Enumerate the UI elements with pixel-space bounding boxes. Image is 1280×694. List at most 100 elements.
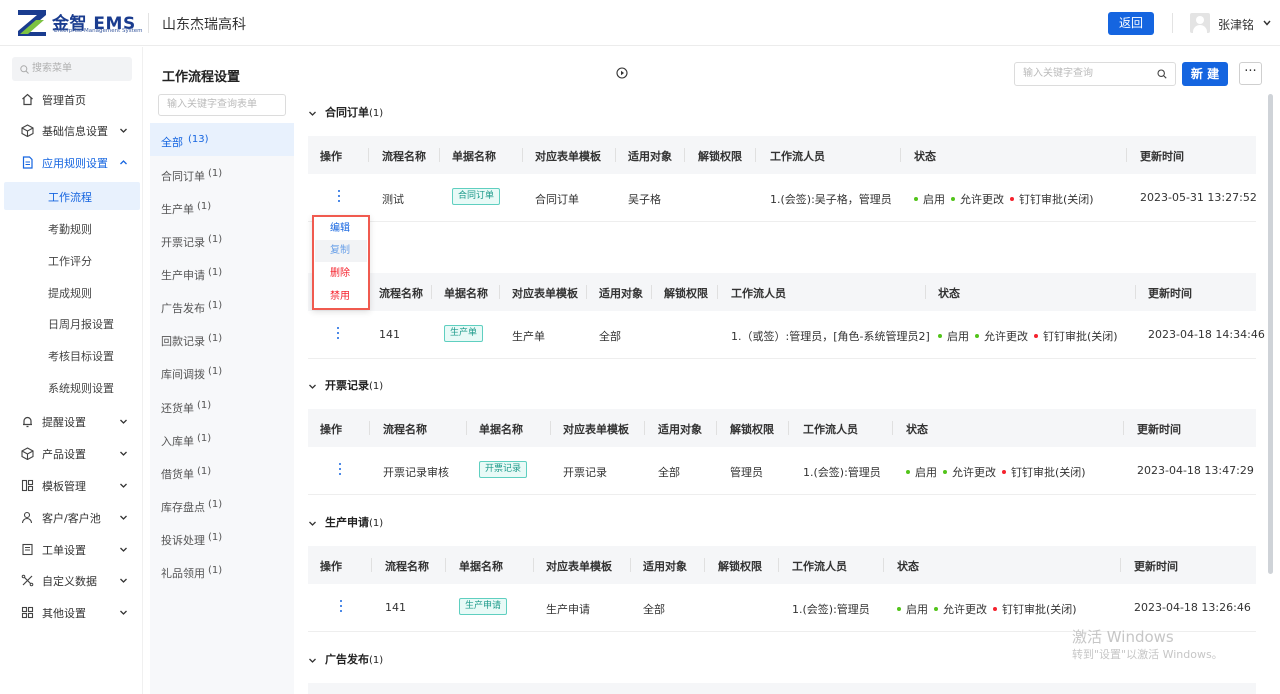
keyword-search-input[interactable]: 输入关键字查询 [1014, 62, 1176, 86]
sidebar-item-products[interactable]: 产品设置 [0, 439, 143, 467]
status-dingtalk: 钉钉审批(关闭) [1002, 603, 1077, 616]
sidebar-subitem-work-score[interactable]: 工作评分 [4, 246, 140, 274]
sidebar-item-customers[interactable]: 客户/客户池 [0, 503, 143, 531]
play-icon[interactable] [616, 67, 628, 79]
menu-item-copy[interactable]: 复制 [315, 240, 367, 262]
scrollbar[interactable] [1268, 94, 1273, 574]
status-enabled: 启用 [923, 193, 945, 206]
app-logo[interactable]: 金智 EMS Enterprise Management System [18, 9, 143, 37]
form-item-all[interactable]: 全部 (13) [150, 123, 294, 156]
sidebar-item-basic-info[interactable]: 基础信息设置 [0, 116, 143, 144]
list-item[interactable]: 回款记录 (1) [150, 322, 294, 355]
more-vertical-icon[interactable] [339, 600, 343, 614]
sidebar-item-label: 产品设置 [42, 448, 86, 461]
column-header: 适用对象 [599, 287, 643, 300]
form-list: 全部 (13) 合同订单 (1) 生产单 (1) 开票记录 (1) 生产申请 (1) 广告… [150, 123, 294, 694]
table-header [308, 683, 1256, 694]
section-header[interactable]: 广告发布(1) [308, 651, 383, 667]
sidebar-subitem-system-rules[interactable]: 系统规则设置 [4, 373, 140, 401]
column-header: 工作流人员 [770, 150, 825, 163]
sidebar-item-custom-data[interactable]: 自定义数据 [0, 566, 143, 594]
section-header[interactable]: 合同订单(1) [308, 104, 383, 120]
chevron-down-icon [120, 547, 127, 552]
search-icon[interactable] [1157, 69, 1167, 79]
menu-item-edit[interactable]: 编辑 [315, 218, 367, 240]
avatar[interactable] [1190, 13, 1210, 33]
list-item[interactable]: 合同订单 (1) [150, 157, 294, 190]
more-vertical-icon[interactable] [336, 327, 340, 341]
section-title: 开票记录 [325, 379, 369, 392]
column-header: 工作流人员 [792, 560, 847, 573]
more-options-button[interactable]: ··· [1239, 62, 1262, 85]
list-item[interactable]: 生产单 (1) [150, 190, 294, 223]
sidebar-item-home[interactable]: 管理首页 [0, 85, 143, 113]
sidebar-subitem-label: 工作流程 [48, 191, 92, 204]
column-header: 适用对象 [628, 150, 672, 163]
sidebar-subitem-reports[interactable]: 日周月报设置 [4, 309, 140, 337]
status-enabled: 启用 [947, 330, 969, 343]
company-name: 山东杰瑞高科 [162, 17, 246, 33]
sidebar-item-tickets[interactable]: 工单设置 [0, 535, 143, 563]
chevron-down-icon[interactable] [1262, 18, 1272, 28]
list-item[interactable]: 库存盘点 (1) [150, 488, 294, 521]
sidebar-subitem-label: 工作评分 [48, 255, 92, 268]
back-button[interactable]: 返回 [1108, 12, 1154, 35]
column-header: 流程名称 [385, 560, 429, 573]
column-header: 状态 [897, 560, 919, 573]
cell-staff: 1.(会签):管理员 [803, 466, 881, 479]
sidebar-subitem-attendance[interactable]: 考勤规则 [4, 214, 140, 242]
list-item[interactable]: 生产申请 (1) [150, 256, 294, 289]
menu-item-label: 删除 [330, 268, 350, 279]
bell-icon [23, 416, 32, 428]
sidebar-item-app-rules[interactable]: 应用规则设置 [0, 148, 143, 176]
column-header: 解锁权限 [698, 150, 742, 163]
cell-flow-name: 开票记录审核 [383, 466, 449, 479]
cell-template: 开票记录 [563, 466, 607, 479]
list-item[interactable]: 入库单 (1) [150, 422, 294, 455]
section-header[interactable]: 开票记录(1) [308, 377, 383, 393]
list-item[interactable]: 广告发布 (1) [150, 289, 294, 322]
more-vertical-icon[interactable] [338, 463, 342, 477]
menu-item-disable[interactable]: 禁用 [315, 286, 367, 308]
status-allow-change: 允许更改 [943, 603, 987, 616]
cell-updated: 2023-04-18 13:26:46 [1134, 601, 1251, 614]
column-header: 更新时间 [1134, 560, 1178, 573]
menu-item-delete[interactable]: 删除 [315, 263, 367, 285]
form-item-count: (1) [208, 499, 223, 510]
more-vertical-icon[interactable] [337, 190, 341, 204]
sidebar: 搜索菜单 管理首页 基础信息设置 应用规则设置 工作流程 考勤规则 工作评分 提… [0, 47, 143, 694]
form-search-input[interactable]: 输入关键字查询表单 [158, 94, 286, 116]
list-item[interactable]: 还货单 (1) [150, 389, 294, 422]
sidebar-item-reminders[interactable]: 提醒设置 [0, 407, 143, 435]
sidebar-subitem-kpi[interactable]: 考核目标设置 [4, 341, 140, 369]
sidebar-item-other[interactable]: 其他设置 [0, 598, 143, 626]
form-item-label: 投诉处理 [161, 534, 205, 547]
menu-search-input[interactable]: 搜索菜单 [12, 57, 132, 81]
list-item[interactable]: 开票记录 (1) [150, 223, 294, 256]
sidebar-subitem-workflow[interactable]: 工作流程 [4, 182, 140, 210]
sidebar-subitem-label: 系统规则设置 [48, 382, 114, 395]
username[interactable]: 张津铭 [1218, 16, 1254, 33]
form-item-count: (1) [208, 234, 223, 245]
sidebar-item-label: 提醒设置 [42, 416, 86, 429]
chevron-down-icon [120, 128, 127, 133]
list-item[interactable]: 库间调拨 (1) [150, 355, 294, 388]
list-item[interactable]: 借货单 (1) [150, 455, 294, 488]
list-item[interactable]: 投诉处理 (1) [150, 521, 294, 554]
cell-flow-name: 141 [379, 328, 400, 341]
column-header: 工作流人员 [803, 423, 858, 436]
sidebar-item-templates[interactable]: 模板管理 [0, 471, 143, 499]
form-item-count: (1) [197, 466, 212, 477]
status-allow-change: 允许更改 [984, 330, 1028, 343]
new-button[interactable]: 新 建 [1182, 62, 1228, 86]
section-header[interactable]: 生产申请(1) [308, 514, 383, 530]
cell-updated: 2023-04-18 14:34:46 [1148, 328, 1265, 341]
form-item-label: 礼品领用 [161, 567, 205, 580]
form-item-count: (1) [208, 366, 223, 377]
chevron-down-icon [309, 658, 316, 663]
sidebar-subitem-commission[interactable]: 提成规则 [4, 278, 140, 306]
column-header: 适用对象 [643, 560, 687, 573]
section-count: (1) [369, 655, 384, 666]
list-item[interactable]: 礼品领用 (1) [150, 554, 294, 587]
sidebar-subitem-label: 日周月报设置 [48, 318, 114, 331]
